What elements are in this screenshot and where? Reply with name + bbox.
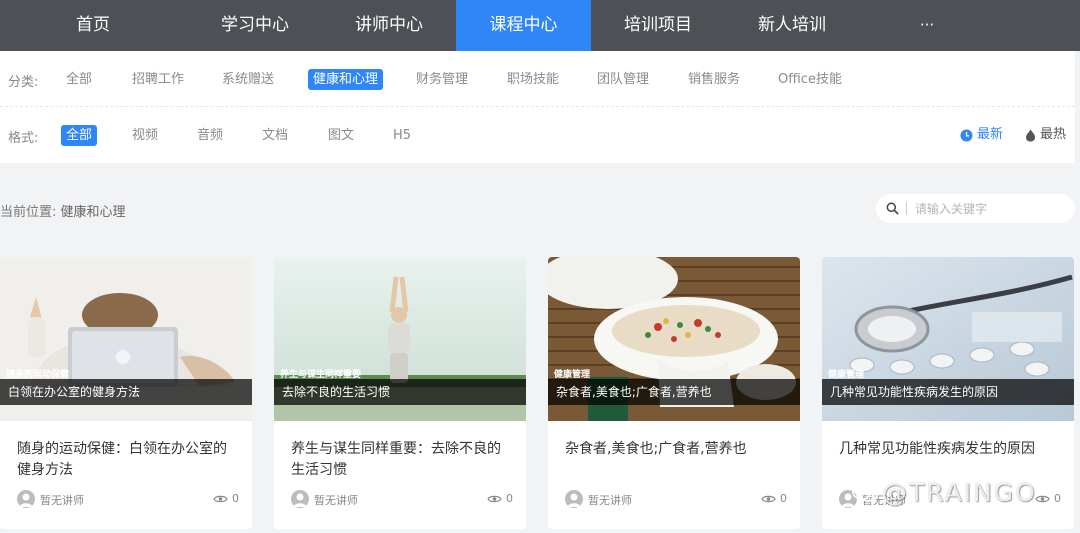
eye-icon	[1035, 495, 1050, 502]
format-option-audio[interactable]: 音频	[192, 125, 228, 146]
sort-newest-label: 最新	[977, 127, 1004, 142]
watermark: @TRAINGO	[852, 478, 1037, 507]
filter-panel: 分类: 全部 招聘工作 系统赠送 健康和心理 财务管理 职场技能 团队管理 销售…	[0, 51, 1075, 163]
clock-icon	[960, 129, 973, 141]
search-input[interactable]	[915, 201, 1065, 216]
teacher-name: 暂无讲师	[588, 494, 632, 507]
category-option-health[interactable]: 健康和心理	[308, 69, 384, 90]
view-count-value: 0	[506, 492, 513, 505]
course-banner: 白领在办公室的健身方法	[0, 379, 252, 405]
eye-icon	[761, 495, 776, 502]
eye-icon	[213, 495, 228, 502]
category-option-office-skills[interactable]: Office技能	[773, 69, 847, 90]
course-meta: 暂无讲师 0	[291, 489, 513, 509]
category-label: 分类:	[8, 75, 39, 90]
sort-newest-button[interactable]: 最新	[960, 127, 1003, 143]
user-icon	[19, 493, 33, 507]
view-count-value: 0	[1054, 492, 1061, 505]
breadcrumb-label: 当前位置:	[0, 205, 57, 220]
course-thumbnail: 健康管理 杂食者,美食也;广食者,营养也	[548, 257, 800, 421]
category-option-all[interactable]: 全部	[61, 69, 97, 90]
format-filter-row: 格式: 全部 视频 音频 文档 图文 H5 最新 最热	[0, 107, 1075, 163]
search-box	[876, 194, 1075, 223]
category-option-team-management[interactable]: 团队管理	[592, 69, 654, 90]
eye-icon	[487, 495, 502, 502]
course-title[interactable]: 随身的运动保健：白领在办公室的健身方法	[17, 439, 239, 481]
breadcrumb-current: 健康和心理	[60, 205, 126, 220]
course-card[interactable]: 养生与谋生同样重要 去除不良的生活习惯 养生与谋生同样重要：去除不良的生活习惯 …	[274, 257, 526, 529]
view-count-value: 0	[780, 492, 787, 505]
sort-hottest-label: 最热	[1040, 127, 1067, 142]
wechat-icon	[852, 483, 878, 502]
course-card[interactable]: 随身的运动保健 白领在办公室的健身方法 随身的运动保健：白领在办公室的健身方法 …	[0, 257, 252, 529]
category-option-workplace-skills[interactable]: 职场技能	[502, 69, 564, 90]
nav-item-course-center[interactable]: 课程中心	[456, 0, 591, 51]
course-banner: 杂食者,美食也;广食者,营养也	[548, 379, 800, 405]
course-banner: 几种常见功能性疾病发生的原因	[822, 379, 1074, 405]
nav-item-home[interactable]: 首页	[30, 0, 156, 51]
course-meta: 暂无讲师 0	[565, 489, 787, 509]
format-option-video[interactable]: 视频	[127, 125, 163, 146]
category-option-sales-service[interactable]: 销售服务	[683, 69, 745, 90]
watermark-text: @TRAINGO	[882, 478, 1037, 507]
avatar	[291, 490, 309, 508]
view-count-value: 0	[232, 492, 239, 505]
teacher-name: 暂无讲师	[40, 494, 84, 507]
view-count: 0	[487, 492, 513, 505]
course-thumbnail: 养生与谋生同样重要 去除不良的生活习惯	[274, 257, 526, 421]
format-option-h5[interactable]: H5	[388, 125, 416, 146]
search-icon[interactable]	[886, 202, 899, 215]
breadcrumb: 当前位置: 健康和心理	[0, 201, 126, 220]
search-divider	[906, 202, 907, 215]
course-thumbnail: 健康管理 几种常见功能性疾病发生的原因	[822, 257, 1074, 421]
nav-item-learning-center[interactable]: 学习中心	[188, 0, 322, 51]
user-icon	[567, 493, 581, 507]
view-count: 0	[761, 492, 787, 505]
avatar	[17, 490, 35, 508]
nav-item-training-projects[interactable]: 培训项目	[591, 0, 725, 51]
flame-icon	[1026, 129, 1035, 141]
user-icon	[293, 493, 307, 507]
course-title[interactable]: 几种常见功能性疾病发生的原因	[839, 439, 1061, 460]
course-title[interactable]: 杂食者,美食也;广食者,营养也	[565, 439, 787, 460]
category-option-finance[interactable]: 财务管理	[411, 69, 473, 90]
category-option-recruiting[interactable]: 招聘工作	[127, 69, 189, 90]
avatar	[565, 490, 583, 508]
view-count: 0	[1035, 492, 1061, 505]
nav-item-new-hire-training[interactable]: 新人培训	[725, 0, 859, 51]
format-option-image-text[interactable]: 图文	[323, 125, 359, 146]
top-navigation: 首页 学习中心 讲师中心 课程中心 培训项目 新人培训 ···	[0, 0, 1080, 51]
nav-item-lecturer-center[interactable]: 讲师中心	[322, 0, 456, 51]
view-count: 0	[213, 492, 239, 505]
sort-hottest-button[interactable]: 最热	[1025, 127, 1066, 143]
course-thumbnail: 随身的运动保健 白领在办公室的健身方法	[0, 257, 252, 421]
course-card[interactable]: 健康管理 杂食者,美食也;广食者,营养也 杂食者,美食也;广食者,营养也 暂无讲…	[548, 257, 800, 529]
course-banner: 去除不良的生活习惯	[274, 379, 526, 405]
nav-more-button[interactable]: ···	[880, 0, 974, 51]
category-option-system-gift[interactable]: 系统赠送	[217, 69, 279, 90]
format-option-document[interactable]: 文档	[257, 125, 293, 146]
format-label: 格式:	[8, 131, 39, 146]
course-meta: 暂无讲师 0	[17, 489, 239, 509]
teacher-name: 暂无讲师	[314, 494, 358, 507]
course-title[interactable]: 养生与谋生同样重要：去除不良的生活习惯	[291, 439, 513, 481]
category-filter-row: 分类: 全部 招聘工作 系统赠送 健康和心理 财务管理 职场技能 团队管理 销售…	[0, 51, 1075, 107]
format-option-all[interactable]: 全部	[61, 125, 98, 146]
